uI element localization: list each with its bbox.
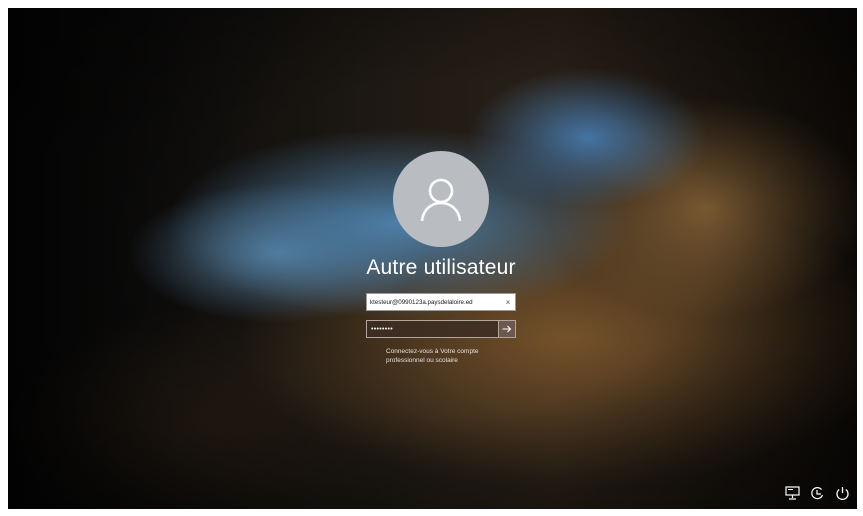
user-avatar: [393, 151, 489, 247]
username-label: Autre utilisateur: [366, 256, 516, 279]
power-icon: [835, 486, 849, 500]
email-value[interactable]: ktesteur@0990123a.paysdelaloire.ed: [367, 299, 501, 306]
network-button[interactable]: [784, 485, 800, 501]
password-row: ••••••••: [366, 320, 516, 338]
arrow-right-icon: [502, 325, 512, 333]
sign-in-hint: Connectez-vous à Votre compte profession…: [386, 347, 526, 365]
accessibility-button[interactable]: [809, 485, 825, 501]
power-button[interactable]: [834, 485, 850, 501]
network-icon: [784, 486, 800, 500]
email-field[interactable]: ktesteur@0990123a.paysdelaloire.ed ×: [366, 293, 516, 311]
user-silhouette-icon: [420, 178, 462, 222]
system-icons: [784, 485, 850, 501]
password-field[interactable]: ••••••••: [366, 320, 498, 338]
clear-email-button[interactable]: ×: [501, 294, 515, 310]
submit-button[interactable]: [498, 320, 516, 338]
hint-line-1: Connectez-vous à Votre compte: [386, 348, 479, 355]
login-panel: Autre utilisateur ktesteur@0990123a.pays…: [8, 8, 857, 509]
password-value[interactable]: ••••••••: [367, 326, 393, 333]
hint-line-2: professionnel ou scolaire: [386, 357, 458, 364]
lock-screen: Autre utilisateur ktesteur@0990123a.pays…: [8, 8, 857, 509]
ease-of-access-icon: [810, 486, 823, 499]
